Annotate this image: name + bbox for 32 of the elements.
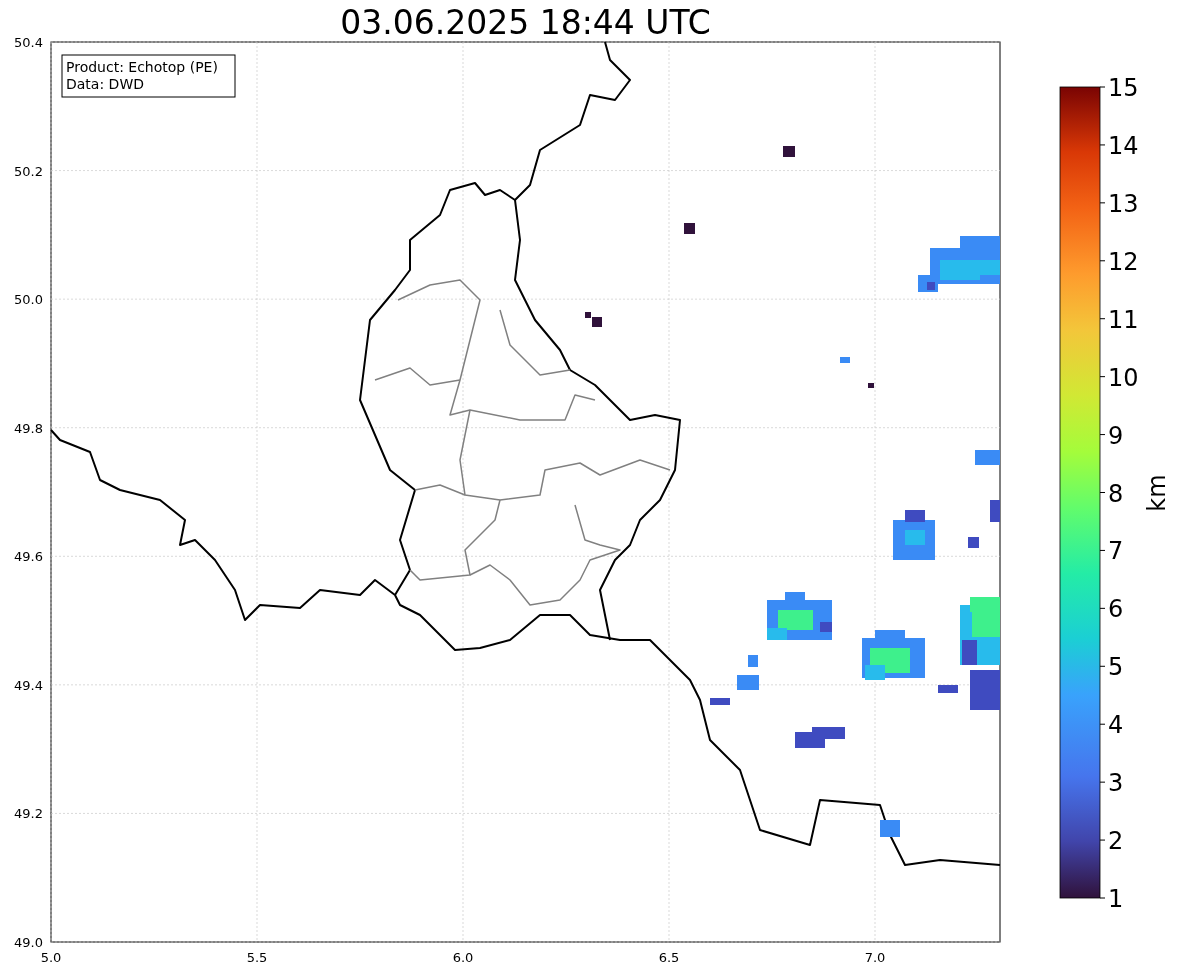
colorbar-tick-label: 8: [1108, 479, 1124, 508]
y-tick-label: 50.2: [14, 163, 43, 179]
colorbar-tick-label: 10: [1108, 363, 1139, 392]
y-tick-label: 49.0: [14, 935, 43, 950]
colorbar-tick-label: 11: [1108, 305, 1139, 334]
info-text: Data: DWD: [66, 76, 144, 92]
colorbar-tick-label: 9: [1108, 421, 1124, 450]
y-tick-label: 49.2: [14, 806, 43, 822]
colorbar-tick-label: 2: [1108, 827, 1124, 856]
colorbar-tick-label: 1: [1108, 885, 1124, 913]
colorbar-tick-label: 15: [1108, 74, 1139, 102]
colorbar-tick-label: 4: [1108, 711, 1124, 740]
colorbar-tick-label: 5: [1108, 653, 1124, 682]
info-text: Product: Echotop (PE): [66, 59, 218, 75]
x-tick-label: 5.5: [246, 950, 268, 965]
y-tick-label: 49.8: [14, 420, 43, 436]
colorbar-tick-label: 3: [1108, 769, 1124, 798]
x-tick-label: 6.0: [452, 950, 474, 965]
colorbar-tick-label: 7: [1108, 537, 1124, 566]
x-tick-label: 6.5: [658, 950, 680, 965]
x-tick-label: 7.0: [864, 950, 886, 965]
y-tick-label: 49.6: [14, 549, 43, 565]
colorbar-tick-label: 14: [1108, 131, 1139, 160]
colorbar-label: km: [1143, 474, 1171, 512]
y-tick-label: 50.4: [14, 35, 43, 50]
x-tick-label: 5.0: [40, 950, 62, 965]
colorbar-tick-label: 12: [1108, 247, 1139, 276]
y-tick-label: 50.0: [14, 292, 43, 308]
colorbar-tick-label: 6: [1108, 595, 1124, 624]
colorbar-tick-label: 13: [1108, 189, 1139, 218]
y-tick-label: 49.4: [14, 677, 43, 693]
chart-title: 03.06.2025 18:44 UTC: [340, 3, 711, 42]
